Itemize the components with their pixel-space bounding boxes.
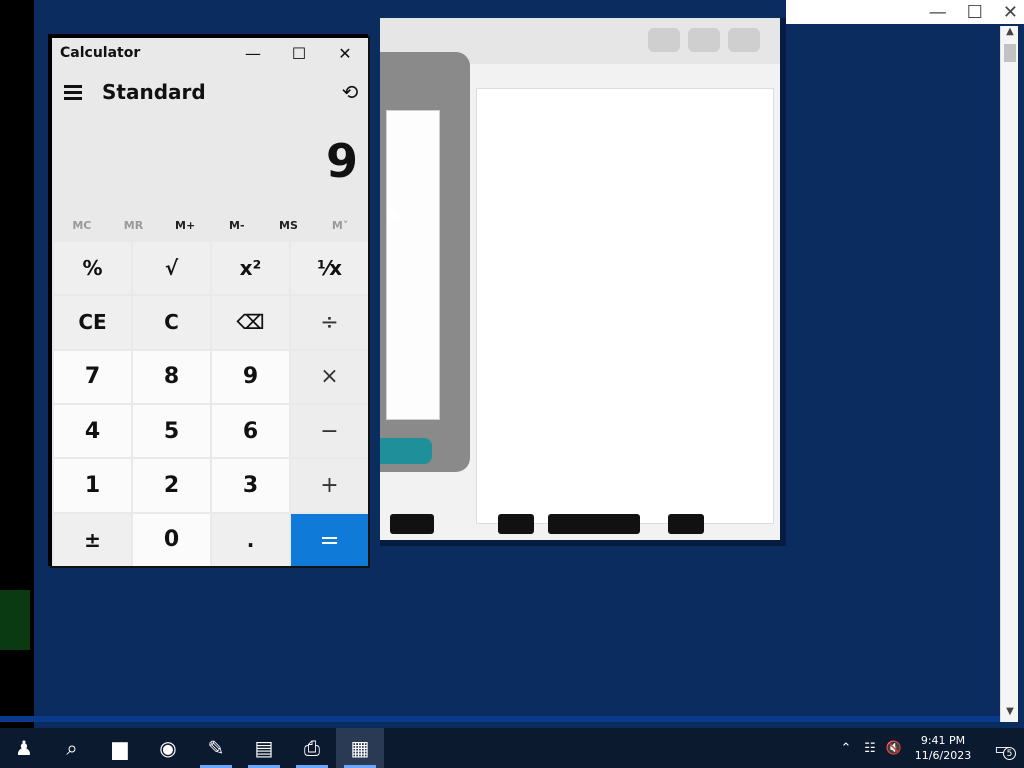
document-icon[interactable]: ▤: [240, 728, 288, 768]
digit-1-key[interactable]: 1: [54, 459, 131, 512]
history-icon[interactable]: ⟲: [332, 77, 368, 107]
digit-3-key[interactable]: 3: [212, 459, 289, 512]
digit-5-key[interactable]: 5: [133, 404, 210, 458]
subtract-key[interactable]: −: [291, 404, 368, 458]
background-window: [380, 18, 786, 546]
calculator-header: Standard ⟲: [52, 74, 368, 110]
maximize-button[interactable]: ☐: [276, 38, 322, 68]
system-tray: ⌃ ☷ 🔇 9:41 PM 11/6/2023 ▭ 5: [834, 728, 1024, 768]
desktop-shape: [0, 590, 30, 650]
digit-6-key[interactable]: 6: [212, 404, 289, 458]
digit-9-key[interactable]: 9: [212, 350, 289, 403]
digit-4-key[interactable]: 4: [54, 404, 131, 458]
clear-key[interactable]: C: [133, 296, 210, 349]
memory-list-button[interactable]: M˅: [316, 219, 364, 232]
close-button[interactable]: ✕: [322, 38, 368, 68]
memory-subtract-button[interactable]: M-: [213, 219, 261, 232]
vertical-scrollbar[interactable]: ▲ ▼: [1000, 26, 1018, 722]
digit-2-key[interactable]: 2: [133, 459, 210, 512]
calculator-window: Calculator — ☐ ✕ Standard ⟲ 9 MC MR M+ M…: [48, 34, 368, 566]
volume-muted-icon[interactable]: 🔇: [882, 728, 906, 768]
side-panel: [380, 52, 470, 472]
equals-key[interactable]: =: [291, 513, 368, 566]
person-icon[interactable]: ♟: [0, 728, 48, 768]
status-bar-item: [390, 514, 434, 534]
folder-icon[interactable]: ▆: [96, 728, 144, 768]
background-window-titlebar: — ☐ ✕: [786, 0, 1024, 24]
memory-add-button[interactable]: M+: [161, 219, 209, 232]
search-icon[interactable]: ⌕: [48, 728, 96, 768]
clock-time: 9:41 PM: [920, 734, 966, 747]
clock[interactable]: 9:41 PM 11/6/2023: [906, 733, 980, 763]
chevron-up-icon[interactable]: ⌃: [834, 728, 858, 768]
decimal-key[interactable]: .: [212, 513, 289, 566]
hamburger-menu-icon[interactable]: [58, 77, 92, 107]
background-close-button[interactable]: ✕: [1003, 2, 1018, 23]
editor-icon[interactable]: ✎: [192, 728, 240, 768]
side-panel-content: [386, 110, 440, 420]
background-window-border: [0, 716, 1000, 722]
toolbar-button[interactable]: [728, 28, 760, 52]
toolbar-button[interactable]: [648, 28, 680, 52]
background-window-content: [476, 88, 774, 524]
scroll-down-icon[interactable]: ▼: [1001, 706, 1019, 722]
toolbar-button[interactable]: [688, 28, 720, 52]
calculator-titlebar[interactable]: Calculator — ☐ ✕: [52, 38, 368, 68]
memory-bar: MC MR M+ M- MS M˅: [56, 212, 366, 238]
app-title: Calculator: [60, 45, 141, 61]
teal-button[interactable]: [380, 438, 432, 464]
left-strip: [0, 0, 34, 728]
add-key[interactable]: +: [291, 459, 368, 512]
calculator-mode-title: Standard: [102, 80, 206, 104]
printer-icon[interactable]: ⎙: [288, 728, 336, 768]
chrome-icon[interactable]: ◉: [144, 728, 192, 768]
percent-key[interactable]: %: [54, 242, 131, 295]
scroll-thumb[interactable]: [1004, 44, 1016, 62]
background-maximize-button[interactable]: ☐: [967, 2, 983, 23]
clock-date: 11/6/2023: [914, 749, 972, 762]
digit-8-key[interactable]: 8: [133, 350, 210, 403]
status-bar-item: [548, 514, 640, 534]
memory-clear-button[interactable]: MC: [58, 219, 106, 232]
minimize-button[interactable]: —: [230, 38, 276, 68]
digit-0-key[interactable]: 0: [133, 513, 210, 566]
status-bar-item: [668, 514, 704, 534]
background-minimize-button[interactable]: —: [929, 2, 947, 23]
scroll-up-icon[interactable]: ▲: [1001, 26, 1019, 42]
status-bar-item: [498, 514, 534, 534]
keypad: % √ x² ¹⁄x CE C ⌫ ÷ 7 8 9 × 4 5 6− 1 2 3 + ±0. =: [54, 242, 368, 566]
memory-recall-button[interactable]: MR: [109, 219, 157, 232]
clear-entry-key[interactable]: CE: [54, 296, 131, 349]
multiply-key[interactable]: ×: [291, 350, 368, 403]
digit-7-key[interactable]: 7: [54, 350, 131, 403]
reciprocal-key[interactable]: ¹⁄x: [291, 242, 368, 295]
calculator-icon[interactable]: ▦: [336, 728, 384, 768]
result-display: 9: [325, 134, 358, 188]
square-key[interactable]: x²: [212, 242, 289, 295]
notification-button[interactable]: ▭ 5: [980, 728, 1024, 768]
backspace-key[interactable]: ⌫: [212, 296, 289, 349]
notification-count: 5: [1003, 747, 1016, 760]
network-icon[interactable]: ☷: [858, 728, 882, 768]
negate-key[interactable]: ±: [54, 513, 131, 566]
taskbar: ♟ ⌕ ▆ ◉ ✎ ▤ ⎙ ▦ ⌃ ☷ 🔇 9:41 PM 11/6/2023 ▭ 5: [0, 728, 1024, 768]
memory-store-button[interactable]: MS: [264, 219, 312, 232]
divide-key[interactable]: ÷: [291, 296, 368, 349]
square-root-key[interactable]: √: [133, 242, 210, 295]
